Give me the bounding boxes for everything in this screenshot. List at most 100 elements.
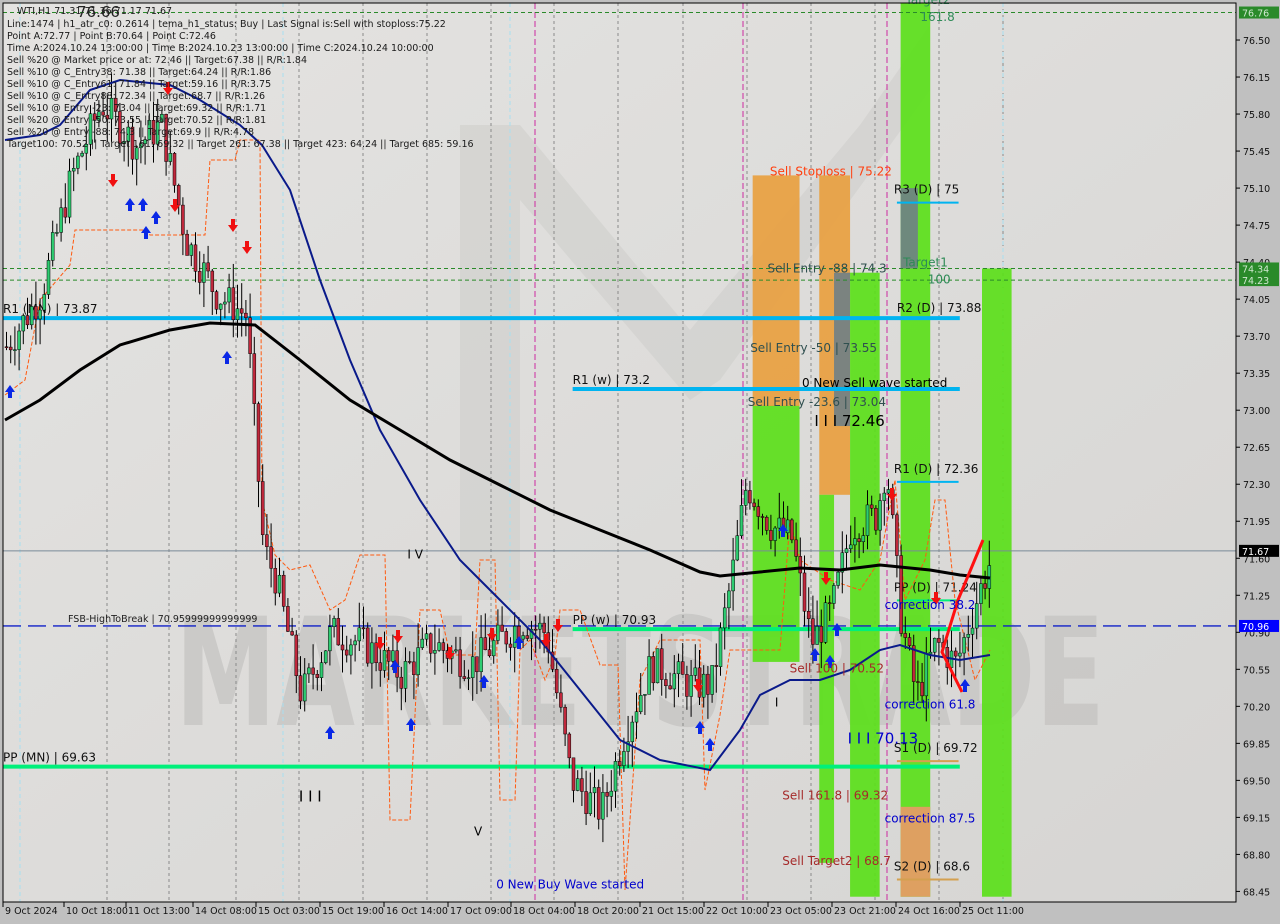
price-tick-label: 68.80 xyxy=(1243,850,1270,861)
price-tick-label: 73.00 xyxy=(1243,406,1270,417)
candle-body xyxy=(294,634,299,676)
candle-body xyxy=(63,207,68,218)
candle-body xyxy=(248,317,252,354)
price-tag-label: 74.34 xyxy=(1242,264,1269,275)
candle-body xyxy=(76,155,80,169)
candle-body xyxy=(861,535,866,542)
price-tick-label: 74.75 xyxy=(1243,221,1270,232)
chart-annotation: I V xyxy=(407,547,423,561)
candle-body xyxy=(437,642,441,651)
candle-body xyxy=(777,517,782,529)
candle-body xyxy=(815,626,819,645)
candle-body xyxy=(983,583,987,589)
candle-body xyxy=(886,489,891,494)
candle-body xyxy=(508,643,513,648)
candle-body xyxy=(752,502,756,507)
candle-body xyxy=(214,291,219,310)
candle-body xyxy=(479,637,483,673)
price-tag-label: 71.67 xyxy=(1242,547,1269,558)
candle-body xyxy=(244,312,248,318)
candle-body xyxy=(844,548,849,553)
candle-body xyxy=(441,642,446,651)
candle-body xyxy=(848,544,853,549)
info-line: Sell %10 @ Entry -23: 73.04 || Target:69… xyxy=(7,103,266,114)
candle-body xyxy=(176,185,181,206)
candle-body xyxy=(538,622,542,630)
candle-body xyxy=(748,490,752,504)
candle-body xyxy=(59,207,63,233)
time-axis[interactable]: 9 Oct 2024 10 Oct 18:00 11 Oct 13:00 14 Oct… xyxy=(0,901,1280,920)
candle-body xyxy=(269,546,273,569)
candle-body xyxy=(382,650,387,671)
candle-body xyxy=(714,665,719,667)
candle-body xyxy=(739,505,744,536)
candle-body xyxy=(827,602,832,605)
chart-annotation: 0 New Buy Wave started xyxy=(496,877,644,891)
candle-body xyxy=(685,674,689,697)
candle-body xyxy=(676,661,681,674)
price-axis[interactable]: 76.5076.1575.8075.4575.1074.7574.4074.05… xyxy=(1235,0,1280,920)
candle-body xyxy=(416,647,420,676)
candle-body xyxy=(378,662,383,671)
candle-body xyxy=(307,667,311,675)
candle-body xyxy=(311,667,315,675)
price-tick-label: 72.30 xyxy=(1243,480,1270,491)
time-tick-label: 10 Oct 18:00 xyxy=(66,906,128,917)
time-tick-label: 15 Oct 19:00 xyxy=(322,906,384,917)
candle-body xyxy=(277,574,282,594)
candle-body xyxy=(197,271,202,283)
price-tick-label: 70.55 xyxy=(1243,665,1270,676)
chart-annotation: I xyxy=(775,695,779,709)
candle-body xyxy=(928,651,933,655)
candle-body xyxy=(853,538,857,546)
chart-annotation: Sell Target2 | 68.7 xyxy=(782,854,891,868)
candle-body xyxy=(357,627,362,642)
candle-body xyxy=(907,637,912,646)
candle-body xyxy=(701,673,706,698)
candle-body xyxy=(4,346,9,348)
candle-body xyxy=(67,170,72,218)
candle-body xyxy=(773,527,777,541)
candle-body xyxy=(340,644,345,651)
candle-body xyxy=(823,602,828,643)
candle-body xyxy=(181,204,185,235)
candle-body xyxy=(865,504,870,536)
candle-body xyxy=(722,607,727,629)
candle-body xyxy=(727,590,731,609)
candle-body xyxy=(672,673,677,690)
price-tick-label: 72.65 xyxy=(1243,443,1270,454)
candle-body xyxy=(193,244,198,272)
candle-body xyxy=(806,610,811,619)
time-tick-label: 9 Oct 2024 xyxy=(5,906,58,917)
candle-body xyxy=(542,622,546,633)
candle-body xyxy=(412,661,416,676)
chart-annotation: 161.8 xyxy=(920,10,954,24)
candle-body xyxy=(202,262,206,283)
price-chart[interactable]: MARKETSTRADE FSB-HighToBreak | 70.959999… xyxy=(0,0,1280,920)
candle-body xyxy=(260,481,265,535)
candle-body xyxy=(256,403,261,482)
candle-body xyxy=(882,492,887,501)
candle-body xyxy=(172,153,177,186)
price-tick-label: 76.15 xyxy=(1243,73,1270,84)
chart-annotation: Sell Entry -50 | 73.55 xyxy=(750,341,877,355)
candle-body xyxy=(80,152,84,157)
candle-body xyxy=(21,315,26,332)
candle-body xyxy=(298,675,303,702)
candle-body xyxy=(790,519,794,541)
price-tick-label: 70.20 xyxy=(1243,702,1270,713)
candle-body xyxy=(596,787,601,820)
candle-body xyxy=(265,534,269,547)
candle-body xyxy=(504,631,509,645)
chart-window[interactable]: MARKETSTRADE FSB-HighToBreak | 70.959999… xyxy=(0,0,1280,920)
info-line: Sell %20 @ Market price or at: 72.46 || … xyxy=(7,55,307,66)
chart-annotation: I I I 70.13 xyxy=(848,729,919,747)
candle-body xyxy=(231,287,236,321)
price-tick-label: 68.45 xyxy=(1243,887,1270,898)
chart-annotation: correction 38.2 xyxy=(885,598,976,612)
candle-body xyxy=(454,649,458,652)
time-tick-label: 11 Oct 13:00 xyxy=(128,906,190,917)
candle-body xyxy=(168,153,173,162)
candle-body xyxy=(638,695,643,712)
candle-body xyxy=(17,330,21,350)
